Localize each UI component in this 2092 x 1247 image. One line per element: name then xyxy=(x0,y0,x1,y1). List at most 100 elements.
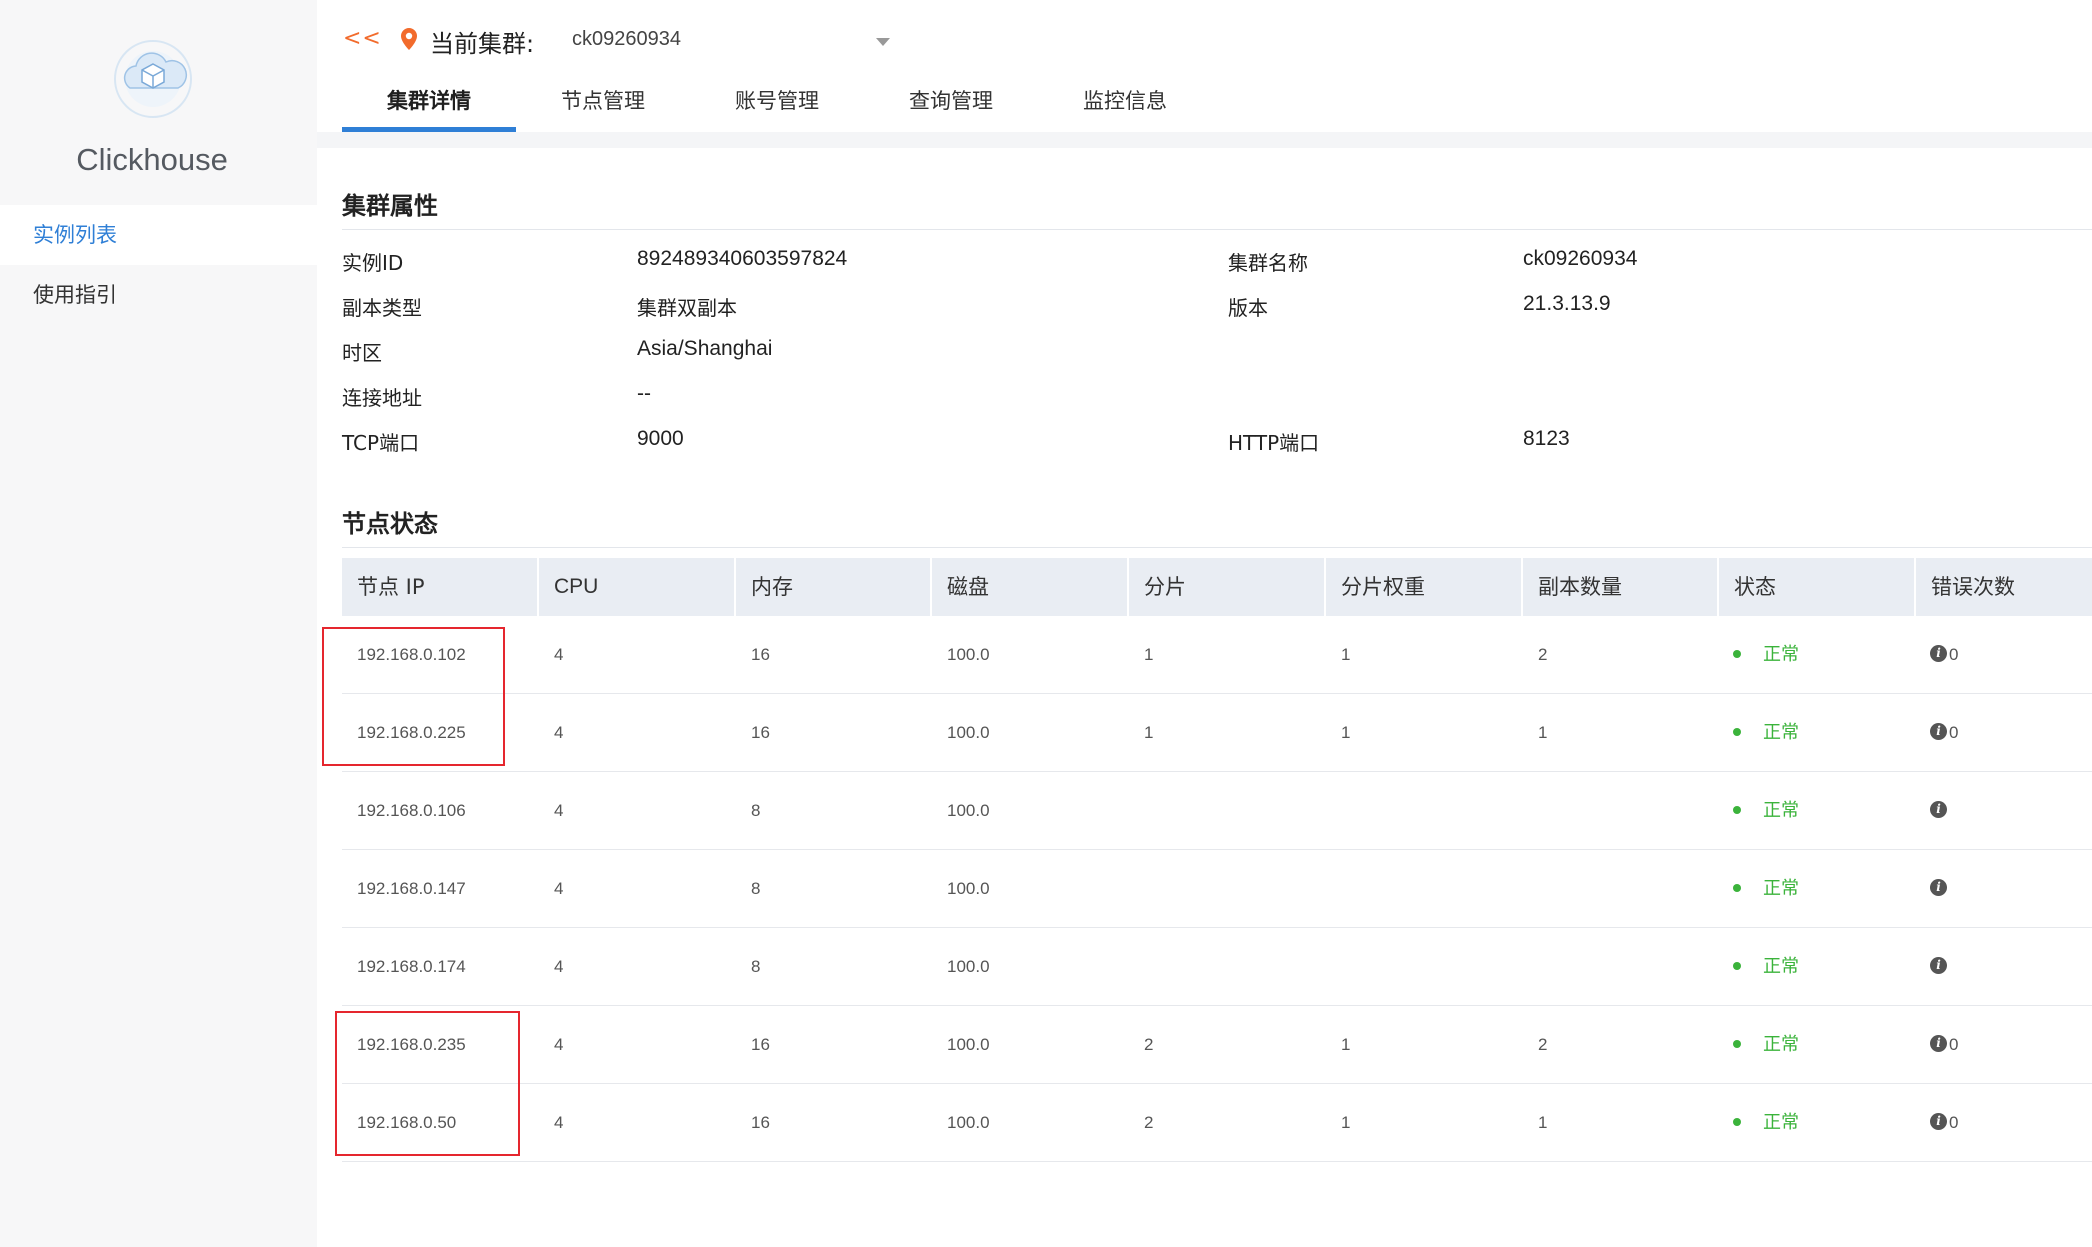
cell-error-count: i xyxy=(1916,772,1949,849)
info-icon[interactable]: i xyxy=(1930,879,1947,897)
info-icon[interactable]: i xyxy=(1930,723,1947,741)
cell-shard xyxy=(1129,928,1144,1005)
column-header-memory: 内存 xyxy=(736,558,932,616)
location-pin-icon xyxy=(401,28,417,50)
tab-account-management[interactable]: 账号管理 xyxy=(690,78,864,132)
cell-shard: 1 xyxy=(1144,723,1154,742)
cell-memory: 16 xyxy=(751,1113,770,1132)
cell-shard-weight xyxy=(1326,928,1341,1005)
current-cluster-label: 当前集群: xyxy=(430,30,535,58)
cell-cpu: 4 xyxy=(554,801,564,820)
prop-value-tcp-port: 9000 xyxy=(637,427,684,450)
prop-value-connection-address: -- xyxy=(637,382,651,405)
brand-area: Clickhouse xyxy=(0,0,317,204)
column-header-replica-count: 副本数量 xyxy=(1523,558,1719,616)
column-header-shard: 分片 xyxy=(1129,558,1326,616)
cell-cpu: 4 xyxy=(554,1035,564,1054)
error-count-value: 0 xyxy=(1949,1113,1959,1132)
cloud-cube-logo xyxy=(114,40,192,118)
cell-shard-weight: 1 xyxy=(1341,1113,1351,1132)
cell-replica-count xyxy=(1523,850,1538,927)
cell-error-count: i0 xyxy=(1916,616,1958,693)
prop-label-connection-address: 连接地址 xyxy=(342,386,422,410)
section-divider xyxy=(342,229,2092,230)
cell-error-count: i0 xyxy=(1916,1006,1958,1083)
cell-memory: 16 xyxy=(751,645,770,664)
table-row: 192.168.0.225 4 16 100.0 1 1 1 正常 i 0 xyxy=(342,694,2092,772)
prop-label-version: 版本 xyxy=(1228,296,1268,320)
section-divider xyxy=(342,547,2092,548)
section-title-properties: 集群属性 xyxy=(342,192,438,220)
column-header-error-count: 错误次数 xyxy=(1931,575,2015,599)
prop-label-tcp-port: TCP端口 xyxy=(342,431,420,455)
table-row: 192.168.0.174 4 8 100.0 正常 i xyxy=(342,928,2092,1006)
tab-cluster-details[interactable]: 集群详情 xyxy=(342,78,516,132)
cell-memory: 8 xyxy=(751,801,761,820)
prop-value-http-port: 8123 xyxy=(1523,427,1570,450)
cell-cpu: 4 xyxy=(554,723,564,742)
cell-shard-weight xyxy=(1326,772,1341,849)
info-icon[interactable]: i xyxy=(1930,645,1947,663)
sidebar-item-instance-list[interactable]: 实例列表 xyxy=(0,205,317,265)
table-row: 192.168.0.106 4 8 100.0 正常 i xyxy=(342,772,2092,850)
status-dot-icon xyxy=(1733,1117,1741,1126)
prop-value-cluster-name: ck09260934 xyxy=(1523,247,1638,270)
header-divider xyxy=(317,132,2092,148)
cell-disk: 100.0 xyxy=(947,801,990,820)
status-text: 正常 xyxy=(1763,722,1799,743)
info-icon[interactable]: i xyxy=(1930,1113,1947,1131)
sidebar-item-usage-guide[interactable]: 使用指引 xyxy=(0,265,317,325)
cell-shard-weight: 1 xyxy=(1341,723,1351,742)
cell-memory: 8 xyxy=(751,957,761,976)
prop-label-replica-type: 副本类型 xyxy=(342,296,422,320)
cell-replica-count: 2 xyxy=(1538,645,1548,664)
table-header: 节点 IP CPU 内存 磁盘 分片 分片权重 副本数量 状态 错误次数 xyxy=(342,558,2092,616)
tab-query-management[interactable]: 查询管理 xyxy=(864,78,1038,132)
section-title-node-status: 节点状态 xyxy=(342,510,438,538)
cell-memory: 16 xyxy=(751,723,770,742)
cell-shard xyxy=(1129,772,1144,849)
status-dot-icon xyxy=(1733,727,1741,736)
cell-disk: 100.0 xyxy=(947,1035,990,1054)
cell-shard: 2 xyxy=(1144,1113,1154,1132)
highlight-box xyxy=(335,1011,520,1156)
cell-status: 正常 xyxy=(1719,694,1799,771)
status-dot-icon xyxy=(1733,805,1741,814)
cell-status: 正常 xyxy=(1719,1006,1799,1083)
info-icon[interactable]: i xyxy=(1930,1035,1947,1053)
header: << 当前集群: ck09260934 集群详情 节点管理 账号管理 查询管理 … xyxy=(317,0,2092,132)
info-icon[interactable]: i xyxy=(1930,801,1947,819)
info-icon[interactable]: i xyxy=(1930,957,1947,975)
column-header-disk: 磁盘 xyxy=(932,558,1129,616)
cell-error-count: i0 xyxy=(1916,694,1958,771)
table-row: 192.168.0.147 4 8 100.0 正常 i xyxy=(342,850,2092,928)
cluster-select[interactable]: ck09260934 xyxy=(560,20,900,62)
tab-monitoring[interactable]: 监控信息 xyxy=(1038,78,1212,132)
cell-error-count: i0 xyxy=(1916,1084,1958,1161)
cell-replica-count xyxy=(1523,928,1538,1005)
status-dot-icon xyxy=(1733,649,1741,658)
cell-disk: 100.0 xyxy=(947,645,990,664)
cell-status: 正常 xyxy=(1719,1084,1799,1161)
cell-status: 正常 xyxy=(1719,928,1799,1005)
prop-label-cluster-name: 集群名称 xyxy=(1228,251,1308,275)
tab-node-management[interactable]: 节点管理 xyxy=(516,78,690,132)
back-button[interactable]: << xyxy=(343,26,382,51)
error-count-value: 0 xyxy=(1949,1035,1959,1054)
sidebar: Clickhouse 实例列表 使用指引 xyxy=(0,0,317,1247)
cell-replica-count xyxy=(1523,772,1538,849)
cell-shard-weight xyxy=(1326,850,1341,927)
table-row: 192.168.0.235 4 16 100.0 2 1 2 正常 i 0 xyxy=(342,1006,2092,1084)
status-text: 正常 xyxy=(1763,1034,1799,1055)
status-text: 正常 xyxy=(1763,1112,1799,1133)
prop-label-http-port: HTTP端口 xyxy=(1228,431,1320,455)
table-row: 192.168.0.50 4 16 100.0 2 1 1 正常 i 0 xyxy=(342,1084,2092,1162)
cluster-select-value: ck09260934 xyxy=(572,28,681,50)
cell-cpu: 4 xyxy=(554,645,564,664)
chevron-down-icon[interactable] xyxy=(876,38,890,46)
cell-shard xyxy=(1129,850,1144,927)
column-header-shard-weight: 分片权重 xyxy=(1326,558,1523,616)
cell-cpu: 4 xyxy=(554,957,564,976)
cell-replica-count: 1 xyxy=(1538,723,1548,742)
cell-ip: 192.168.0.106 xyxy=(357,801,466,820)
